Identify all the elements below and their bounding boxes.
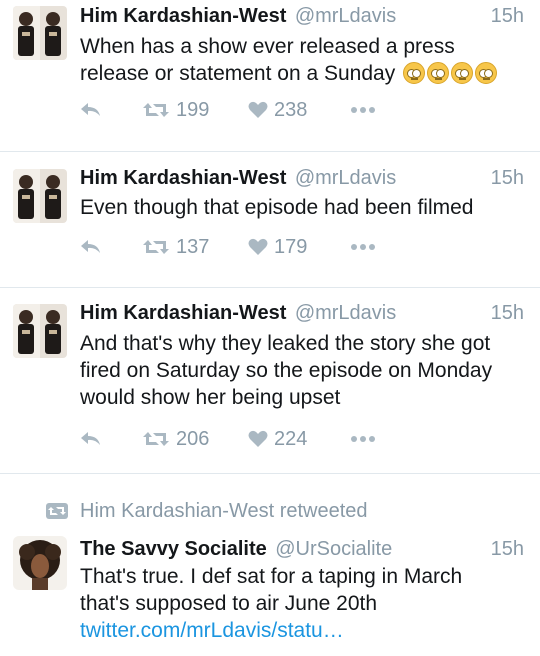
author-handle[interactable]: @mrLdavis [295,5,396,27]
retweet-button[interactable]: 206 [142,426,209,452]
author-name[interactable]: The Savvy Socialite [80,538,267,560]
more-dots-icon [351,107,375,113]
retweet-button[interactable]: 137 [142,234,209,260]
reply-button[interactable] [80,426,102,452]
tweet-actions: 199 238 [80,97,380,123]
tweet[interactable]: Him Kardashian-West @mrLdavis 15h And th… [0,288,540,474]
more-dots-icon [351,244,375,250]
tweet-text-body: That's true. I def sat for a taping in M… [80,565,463,615]
like-count: 179 [274,235,308,258]
more-dots-icon [351,436,375,442]
retweet-count: 137 [176,235,210,258]
tweet-text: When has a show ever released a press re… [80,33,526,87]
more-button[interactable] [350,426,376,452]
avatar[interactable] [13,536,67,590]
eye-roll-emoji-icon [451,62,474,84]
tweet-text: And that's why they leaked the story she… [80,332,493,409]
retweet-icon [143,432,169,446]
eye-roll-emoji-icon [475,62,498,84]
author-handle[interactable]: @mrLdavis [295,167,396,189]
like-button[interactable]: 224 [248,426,307,452]
like-button[interactable]: 179 [248,234,307,260]
more-button[interactable] [350,97,376,123]
reply-button[interactable] [80,97,102,123]
timestamp[interactable]: 15h [491,167,524,190]
heart-icon [248,238,268,255]
author-handle[interactable]: @mrLdavis [295,302,396,324]
more-button[interactable] [350,234,376,260]
author-name[interactable]: Him Kardashian-West [80,302,286,324]
tweet-link[interactable]: twitter.com/mrLdavis/statu… [80,619,344,642]
like-count: 224 [274,427,308,450]
eye-roll-emoji-icon [427,62,450,84]
tweet-actions: 137 179 [80,234,380,260]
retweet-count: 206 [176,427,210,450]
tweet-text-body: When has a show ever released a press re… [80,35,455,85]
timestamp[interactable]: 15h [491,5,524,28]
author-name[interactable]: Him Kardashian-West [80,5,286,27]
retweet-icon [143,240,169,254]
avatar[interactable] [13,304,67,358]
retweet-icon [143,103,169,117]
avatar[interactable] [13,169,67,223]
eye-roll-emoji-icon [403,62,426,84]
tweet[interactable]: Him Kardashian-West @mrLdavis 15h Even t… [0,152,540,288]
avatar[interactable] [13,6,67,60]
reply-button[interactable] [80,234,102,260]
reply-icon [81,240,100,253]
heart-icon [248,430,268,447]
timestamp[interactable]: 15h [491,302,524,325]
timestamp[interactable]: 15h [491,538,524,561]
like-count: 238 [274,98,308,121]
tweet-actions: 206 224 [80,426,380,452]
heart-icon [248,101,268,118]
timeline: Him Kardashian-West @mrLdavis 15h When h… [0,0,540,656]
tweet[interactable]: Him Kardashian-West @mrLdavis 15h When h… [0,0,540,152]
retweet-button[interactable]: 199 [142,97,209,123]
reply-icon [81,432,100,445]
retweet-count: 199 [176,98,210,121]
reply-icon [81,103,100,116]
tweet-text: That's true. I def sat for a taping in M… [80,563,494,644]
tweet-text: Even though that episode had been filmed [80,196,474,219]
author-handle[interactable]: @UrSocialite [275,538,392,560]
tweet[interactable]: The Savvy Socialite @UrSocialite 15h Tha… [0,474,540,656]
like-button[interactable]: 238 [248,97,307,123]
author-name[interactable]: Him Kardashian-West [80,167,286,189]
